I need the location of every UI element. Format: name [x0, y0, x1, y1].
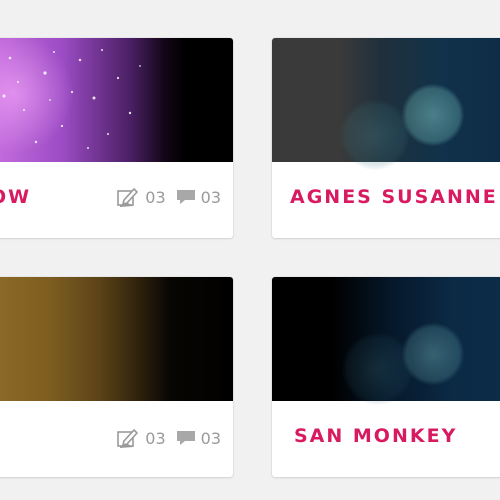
galaxy-stars [2, 49, 141, 149]
project-title[interactable]: OW [0, 186, 31, 208]
edit-icon [117, 429, 139, 448]
project-card[interactable]: SAN MONKEY [272, 277, 500, 477]
comment-count-value: 03 [200, 187, 221, 207]
comment-icon [176, 431, 195, 445]
edit-count-value: 03 [145, 428, 166, 448]
project-thumbnail[interactable] [0, 277, 233, 401]
card-stats: 03 03 [116, 186, 221, 208]
project-card[interactable]: 03 03 [0, 277, 233, 477]
bokeh-light [402, 84, 464, 146]
comment-count: 03 [176, 429, 221, 448]
card-footer: AGNES SUSANNE H [272, 162, 500, 238]
card-footer: SAN MONKEY [272, 401, 500, 477]
project-card[interactable]: AGNES SUSANNE H [272, 38, 500, 238]
comment-icon [176, 190, 195, 204]
comment-count-value: 03 [200, 428, 221, 448]
project-title[interactable]: AGNES SUSANNE H [290, 186, 500, 208]
project-card[interactable]: OW 03 03 [0, 38, 233, 238]
edit-count: 03 [116, 186, 166, 208]
project-thumbnail[interactable] [272, 277, 500, 405]
edit-count: 03 [116, 427, 166, 449]
bokeh-light [340, 100, 410, 170]
project-title[interactable]: SAN MONKEY [294, 425, 457, 447]
edit-count-value: 03 [145, 187, 166, 207]
card-stats: 03 03 [116, 427, 221, 449]
comment-count: 03 [176, 188, 221, 207]
card-footer: OW 03 03 [0, 162, 233, 238]
card-footer: 03 03 [0, 401, 233, 477]
edit-icon [117, 188, 139, 207]
bokeh-light [342, 333, 414, 405]
project-thumbnail[interactable] [272, 38, 500, 170]
project-thumbnail[interactable] [0, 38, 233, 162]
